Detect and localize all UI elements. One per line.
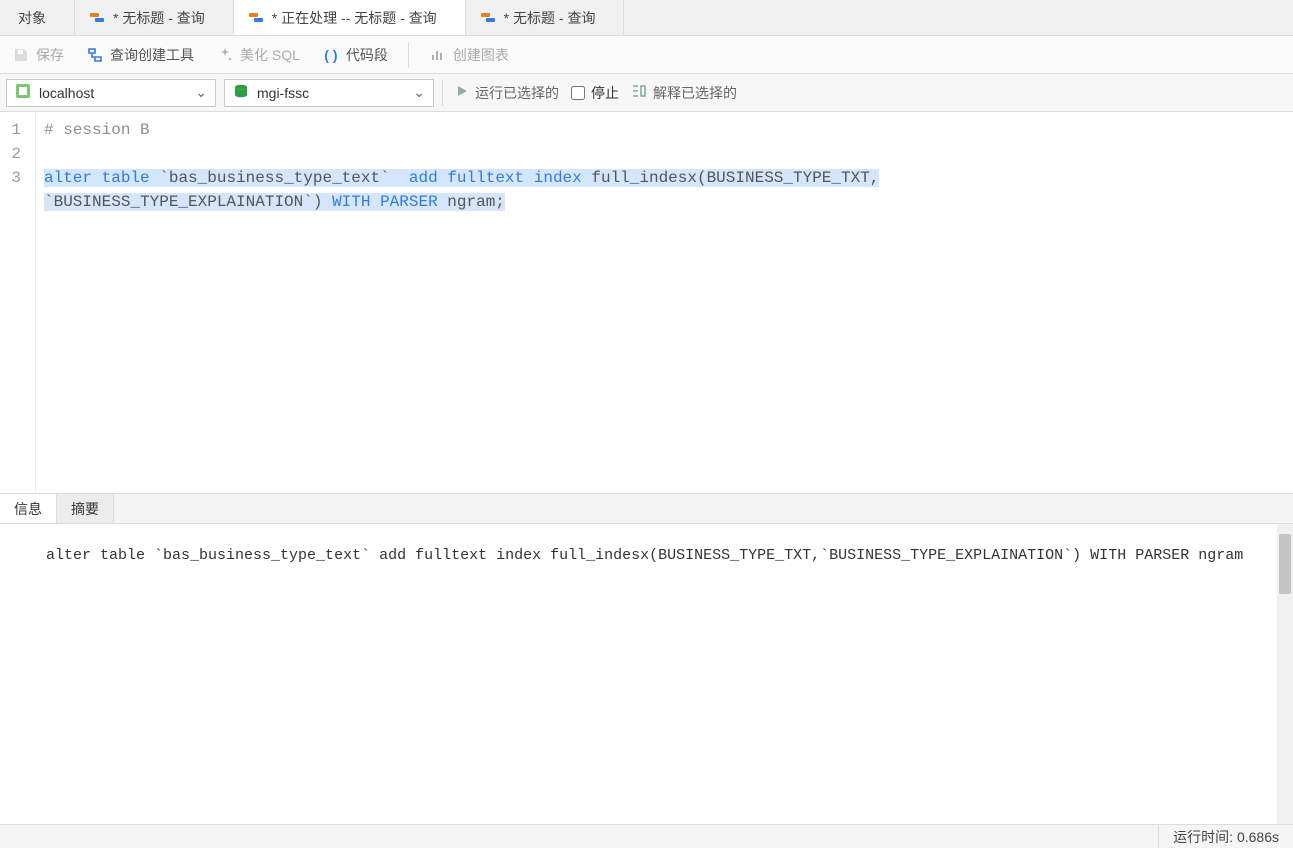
explain-icon <box>631 83 647 102</box>
result-tabs: 信息 摘要 <box>0 494 1293 524</box>
explain-selected-label: 解释已选择的 <box>653 83 737 103</box>
server-icon <box>15 83 31 102</box>
tab-info[interactable]: 信息 <box>0 494 57 523</box>
divider <box>442 80 443 106</box>
document-tabs: 对象 * 无标题 - 查询 * 正在处理 -- 无标题 - 查询 * 无标题 -… <box>0 0 1293 36</box>
line-number: 3 <box>10 166 21 190</box>
chart-icon <box>429 46 447 64</box>
line-number: 2 <box>10 142 21 166</box>
save-label: 保存 <box>36 45 64 65</box>
result-output[interactable]: alter table `bas_business_type_text` add… <box>0 524 1293 824</box>
host-dropdown[interactable]: localhost ⌄ <box>6 79 216 107</box>
line-number: 1 <box>10 118 21 142</box>
play-icon <box>455 84 469 101</box>
parentheses-icon: ( ) <box>322 46 340 64</box>
tab-summary[interactable]: 摘要 <box>57 494 114 523</box>
code-comment: # session B <box>44 121 150 139</box>
chevron-down-icon: ⌄ <box>195 84 207 101</box>
host-label: localhost <box>39 85 94 101</box>
tab-query-active[interactable]: * 正在处理 -- 无标题 - 查询 <box>234 0 466 35</box>
code-snippets-label: 代码段 <box>346 45 388 65</box>
code-area[interactable]: # session B alter table `bas_business_ty… <box>36 112 1293 493</box>
run-selected-button[interactable]: 运行已选择的 <box>451 83 563 103</box>
builder-icon <box>86 46 104 64</box>
query-builder-button[interactable]: 查询创建工具 <box>84 43 196 67</box>
save-icon <box>12 46 30 64</box>
line-number-gutter: 1 2 3 <box>0 112 36 493</box>
code-snippets-button[interactable]: ( ) 代码段 <box>320 43 390 67</box>
vertical-scrollbar[interactable] <box>1277 524 1293 824</box>
query-icon <box>480 10 496 26</box>
sparkle-icon <box>216 46 234 64</box>
divider <box>408 42 409 68</box>
database-dropdown[interactable]: mgi-fssc ⌄ <box>224 79 434 107</box>
beautify-sql-label: 美化 SQL <box>240 45 300 65</box>
database-label: mgi-fssc <box>257 85 309 101</box>
beautify-sql-button[interactable]: 美化 SQL <box>214 43 302 67</box>
sql-editor[interactable]: 1 2 3 # session B alter table `bas_busin… <box>0 112 1293 494</box>
scrollbar-thumb[interactable] <box>1279 534 1291 594</box>
stop-checkbox-input[interactable] <box>571 86 585 100</box>
query-icon <box>248 10 264 26</box>
create-chart-label: 创建图表 <box>453 45 509 65</box>
run-selected-label: 运行已选择的 <box>475 83 559 103</box>
chevron-down-icon: ⌄ <box>413 84 425 101</box>
result-text: alter table `bas_business_type_text` add… <box>46 547 1243 564</box>
tab-objects[interactable]: 对象 <box>0 0 75 35</box>
database-icon <box>233 83 249 102</box>
query-builder-label: 查询创建工具 <box>110 45 194 65</box>
save-button[interactable]: 保存 <box>10 43 66 67</box>
tab-query-1[interactable]: * 无标题 - 查询 <box>75 0 234 35</box>
create-chart-button[interactable]: 创建图表 <box>427 43 511 67</box>
status-bar: 运行时间: 0.686s <box>0 824 1293 848</box>
stop-label: 停止 <box>591 83 619 103</box>
stop-checkbox[interactable]: 停止 <box>571 83 619 103</box>
tab-query-3[interactable]: * 无标题 - 查询 <box>466 0 625 35</box>
status-runtime: 运行时间: 0.686s <box>1158 825 1293 848</box>
query-icon <box>89 10 105 26</box>
explain-selected-button[interactable]: 解释已选择的 <box>627 83 741 103</box>
connection-bar: localhost ⌄ mgi-fssc ⌄ 运行已选择的 停止 解释已选择的 <box>0 74 1293 112</box>
toolbar: 保存 查询创建工具 美化 SQL ( ) 代码段 创建图表 <box>0 36 1293 74</box>
